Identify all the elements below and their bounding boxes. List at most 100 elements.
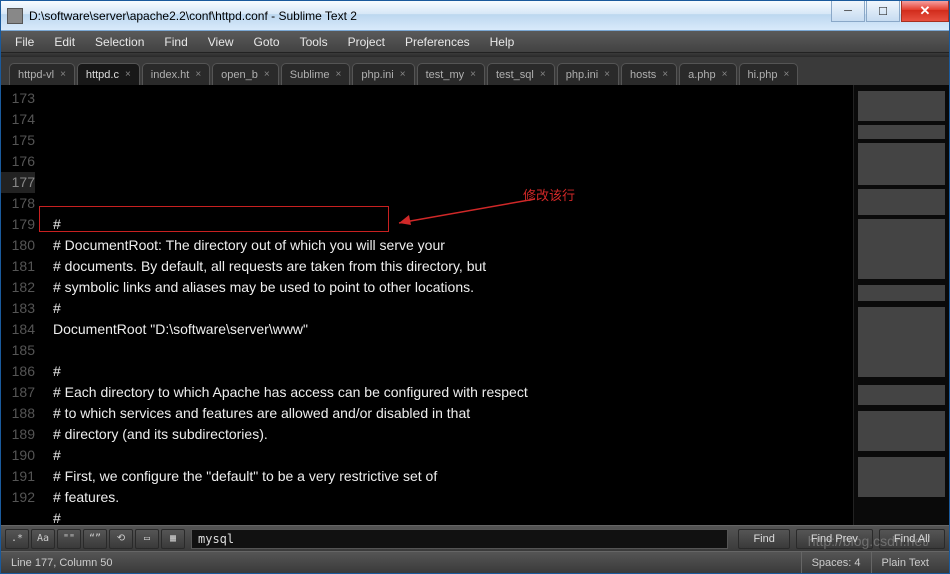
line-number: 175 xyxy=(1,130,35,151)
tab-close-icon[interactable]: × xyxy=(60,69,66,80)
line-number: 183 xyxy=(1,298,35,319)
tab-close-icon[interactable]: × xyxy=(470,69,476,80)
line-number: 190 xyxy=(1,445,35,466)
tab[interactable]: hosts× xyxy=(621,63,677,85)
window-controls: ─ ☐ ✕ xyxy=(830,1,949,30)
tab[interactable]: php.ini× xyxy=(557,63,619,85)
tab[interactable]: httpd-vl× xyxy=(9,63,75,85)
menu-project[interactable]: Project xyxy=(338,33,395,51)
line-number: 187 xyxy=(1,382,35,403)
tab[interactable]: php.ini× xyxy=(352,63,414,85)
tab[interactable]: Sublime× xyxy=(281,63,351,85)
code-line[interactable]: # xyxy=(53,445,853,466)
tab[interactable]: open_b× xyxy=(212,63,279,85)
line-number: 176 xyxy=(1,151,35,172)
find-bar: .* Aa "" “” ⟲ ▭ ▦ Find Find Prev Find Al… xyxy=(1,525,949,551)
line-number: 177 xyxy=(1,172,35,193)
minimap[interactable] xyxy=(853,85,949,525)
menubar: File Edit Selection Find View Goto Tools… xyxy=(1,31,949,53)
highlight-toggle[interactable]: ▦ xyxy=(161,529,185,549)
find-prev-button[interactable]: Find Prev xyxy=(796,529,873,549)
annotation-text: 修改该行 xyxy=(523,185,575,206)
code-line[interactable]: # Each directory to which Apache has acc… xyxy=(53,382,853,403)
code-line[interactable]: # xyxy=(53,214,853,235)
menu-goto[interactable]: Goto xyxy=(244,33,290,51)
line-number: 189 xyxy=(1,424,35,445)
code-line[interactable]: # DocumentRoot: The directory out of whi… xyxy=(53,235,853,256)
code-line[interactable]: # directory (and its subdirectories). xyxy=(53,424,853,445)
tab-close-icon[interactable]: × xyxy=(783,69,789,80)
whole-word-toggle[interactable]: "" xyxy=(57,529,81,549)
app-window: D:\software\server\apache2.2\conf\httpd.… xyxy=(0,0,950,574)
tab[interactable]: httpd.c× xyxy=(77,63,140,85)
line-number: 188 xyxy=(1,403,35,424)
quote-toggle[interactable]: “” xyxy=(83,529,107,549)
menu-file[interactable]: File xyxy=(5,33,44,51)
indent-status[interactable]: Spaces: 4 xyxy=(801,552,871,573)
find-all-button[interactable]: Find All xyxy=(879,529,945,549)
tab-close-icon[interactable]: × xyxy=(604,69,610,80)
tab[interactable]: test_sql× xyxy=(487,63,555,85)
line-number: 181 xyxy=(1,256,35,277)
code-line[interactable] xyxy=(53,340,853,361)
menu-find[interactable]: Find xyxy=(154,33,197,51)
code-line[interactable]: # xyxy=(53,298,853,319)
app-icon xyxy=(7,8,23,24)
code-line[interactable]: # to which services and features are all… xyxy=(53,403,853,424)
regex-toggle[interactable]: .* xyxy=(5,529,29,549)
line-number: 179 xyxy=(1,214,35,235)
tab-close-icon[interactable]: × xyxy=(400,69,406,80)
gutter: 1731741751761771781791801811821831841851… xyxy=(1,85,45,525)
window-title: D:\software\server\apache2.2\conf\httpd.… xyxy=(29,9,830,23)
line-number: 184 xyxy=(1,319,35,340)
tab[interactable]: test_my× xyxy=(417,63,485,85)
code-line[interactable] xyxy=(53,193,853,214)
code-line[interactable]: # documents. By default, all requests ar… xyxy=(53,256,853,277)
syntax-status[interactable]: Plain Text xyxy=(871,552,940,573)
code-line[interactable]: DocumentRoot "D:\software\server\www" xyxy=(53,319,853,340)
menu-help[interactable]: Help xyxy=(480,33,525,51)
tab[interactable]: a.php× xyxy=(679,63,736,85)
line-number: 191 xyxy=(1,466,35,487)
code-line[interactable]: # symbolic links and aliases may be used… xyxy=(53,277,853,298)
find-button[interactable]: Find xyxy=(738,529,789,549)
in-selection-toggle[interactable]: ▭ xyxy=(135,529,159,549)
code-line[interactable]: # features. xyxy=(53,487,853,508)
editor-area: 1731741751761771781791801811821831841851… xyxy=(1,85,949,525)
line-number: 186 xyxy=(1,361,35,382)
menu-edit[interactable]: Edit xyxy=(44,33,85,51)
tab-close-icon[interactable]: × xyxy=(662,69,668,80)
tab-close-icon[interactable]: × xyxy=(722,69,728,80)
menu-selection[interactable]: Selection xyxy=(85,33,154,51)
find-input[interactable] xyxy=(191,529,728,549)
tab[interactable]: index.ht× xyxy=(142,63,210,85)
minimize-button[interactable]: ─ xyxy=(831,1,865,22)
code-line[interactable]: # First, we configure the "default" to b… xyxy=(53,466,853,487)
status-bar: Line 177, Column 50 Spaces: 4 Plain Text xyxy=(1,551,949,573)
cursor-position: Line 177, Column 50 xyxy=(11,557,113,569)
line-number: 182 xyxy=(1,277,35,298)
tab-bar: httpd-vl×httpd.c×index.ht×open_b×Sublime… xyxy=(1,57,949,85)
line-number: 178 xyxy=(1,193,35,214)
menu-view[interactable]: View xyxy=(198,33,244,51)
tab-close-icon[interactable]: × xyxy=(195,69,201,80)
case-toggle[interactable]: Aa xyxy=(31,529,55,549)
menu-preferences[interactable]: Preferences xyxy=(395,33,480,51)
tab-close-icon[interactable]: × xyxy=(335,69,341,80)
tab-close-icon[interactable]: × xyxy=(125,69,131,80)
tab[interactable]: hi.php× xyxy=(739,63,799,85)
titlebar[interactable]: D:\software\server\apache2.2\conf\httpd.… xyxy=(1,1,949,31)
menu-tools[interactable]: Tools xyxy=(290,33,338,51)
tab-close-icon[interactable]: × xyxy=(540,69,546,80)
wrap-toggle[interactable]: ⟲ xyxy=(109,529,133,549)
code-line[interactable]: # xyxy=(53,361,853,382)
line-number: 185 xyxy=(1,340,35,361)
close-button[interactable]: ✕ xyxy=(901,1,949,22)
line-number: 192 xyxy=(1,487,35,508)
tab-close-icon[interactable]: × xyxy=(264,69,270,80)
line-number: 173 xyxy=(1,88,35,109)
maximize-button[interactable]: ☐ xyxy=(866,1,900,22)
code-line[interactable]: # xyxy=(53,508,853,525)
line-number: 180 xyxy=(1,235,35,256)
code-area[interactable]: 修改该行 ## DocumentRoot: The directory out … xyxy=(45,85,853,525)
